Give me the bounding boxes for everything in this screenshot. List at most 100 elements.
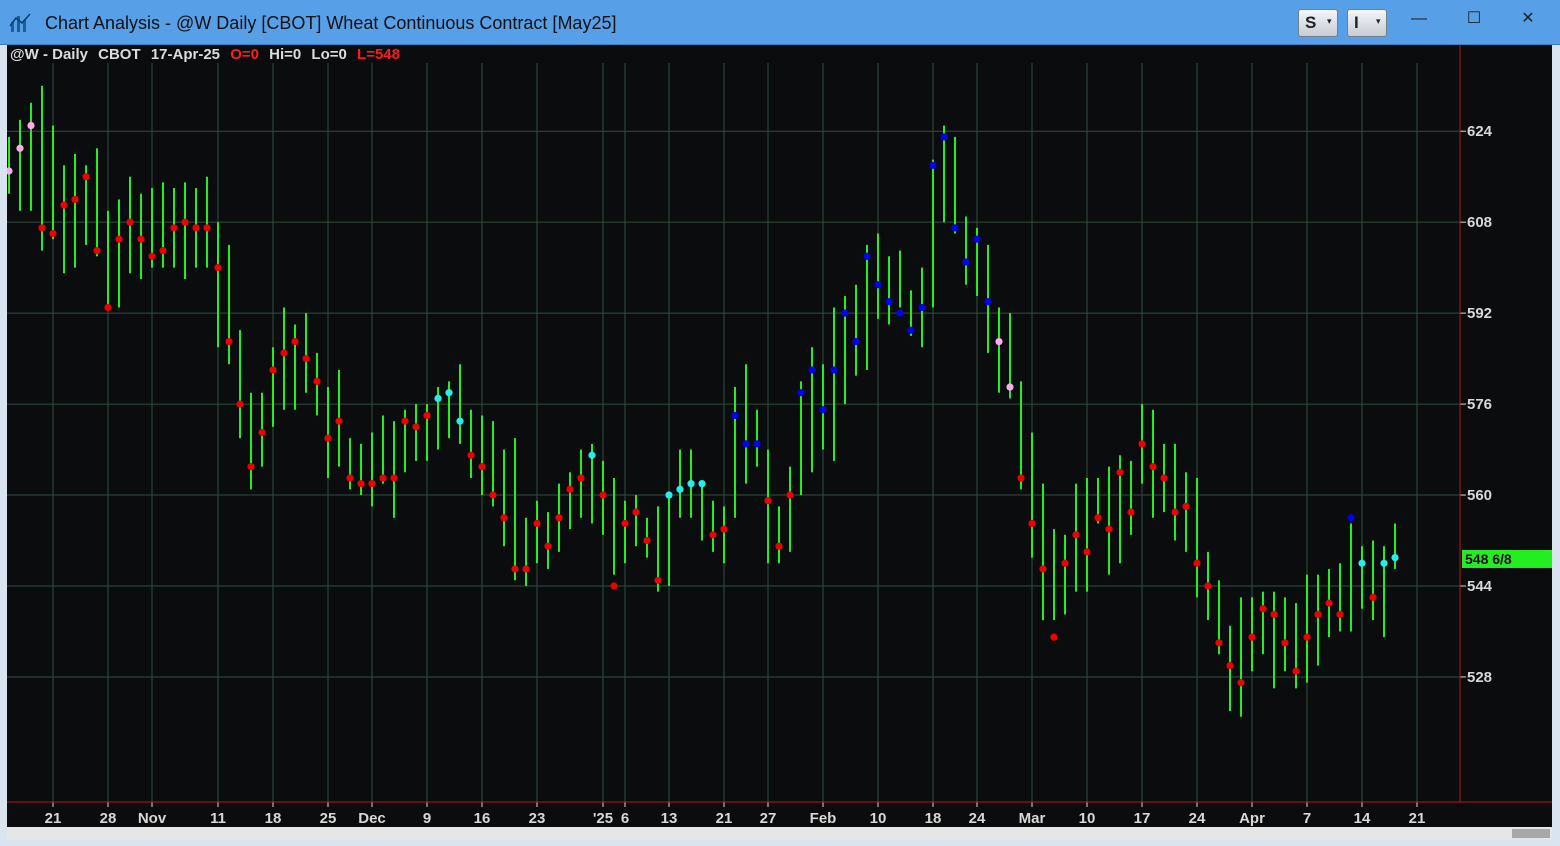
close-dot [1193,559,1201,567]
close-dot [863,252,871,260]
scrollbar-thumb[interactable] [1512,829,1550,838]
close-dot [709,531,717,539]
close-dot [1325,599,1333,607]
close-dot [1006,383,1014,391]
close-dot [742,440,750,448]
close-dot [1391,553,1399,562]
horizontal-scrollbar[interactable] [7,827,1552,840]
toolbar-i-label: I [1354,13,1359,32]
close-dot [456,417,464,425]
date-label: 17-Apr-25 [150,46,221,63]
close-dot [1116,468,1124,476]
close-dot [544,542,552,550]
y-tick-label: 528 [1467,669,1492,686]
close-dot [962,258,970,266]
close-dot [874,281,882,289]
close-dot [1248,633,1256,641]
close-dot [566,485,574,493]
x-tick-label: 27 [760,810,777,827]
close-dot [577,474,585,482]
x-tick-label: 10 [1079,810,1096,827]
close-dot [192,224,200,232]
exchange-label: CBOT [98,46,141,63]
maximize-button[interactable]: ☐ [1460,8,1488,30]
high-value: Hi=0 [269,46,302,63]
x-tick-label: 21 [1409,810,1426,827]
title-bar[interactable]: Chart Analysis - @W Daily [CBOT] Wheat C… [0,0,1560,45]
close-dot [1105,525,1113,533]
close-dot [291,337,299,346]
close-dot [621,519,629,528]
close-dot [973,235,981,243]
close-dot [390,474,398,482]
close-dot [632,508,640,516]
close-dot [1050,633,1058,641]
chart-analysis-window: Chart Analysis - @W Daily [CBOT] Wheat C… [0,0,1560,846]
close-dot [984,298,992,306]
x-tick-label: 18 [925,810,942,827]
close-dot [731,411,739,420]
close-dot [49,229,57,238]
y-tick-label: 560 [1467,487,1492,504]
x-tick-label: 24 [969,810,986,827]
close-dot [533,519,541,528]
close-dot [764,497,772,505]
window-title: Chart Analysis - @W Daily [CBOT] Wheat C… [45,13,617,33]
close-dot [687,480,695,488]
close-dot [1270,610,1278,619]
close-dot [7,167,13,175]
x-tick-label: 17 [1134,810,1151,827]
close-dot [1072,531,1080,539]
close-dot [401,417,409,425]
minimize-button[interactable]: — [1405,8,1433,30]
symbol-label: @W - Daily [10,46,88,63]
close-dot [1182,502,1190,510]
close-dot [489,491,497,499]
close-dot [555,514,563,522]
close-dot [951,224,959,232]
close-dot [1204,582,1212,590]
close-dot [1347,514,1355,522]
close-dot [1215,639,1223,647]
x-tick-label: Dec [358,810,386,827]
close-dot [1314,610,1322,619]
close-dot [1127,508,1135,516]
price-chart[interactable]: 52854456057659260862421 28 Nov 11 18 25 Dec 9 16… [7,45,1552,827]
close-dot [38,224,46,232]
x-tick-label: 21 [716,810,733,827]
status-line: @W - Daily CBOT 17-Apr-25 O=0 Hi=0 Lo=0 … [10,46,406,63]
y-tick-label: 592 [1467,305,1492,322]
close-dot [907,326,915,334]
chart-panel[interactable]: 528 544 560 576 592 608 624 21 28 Nov 11 18 25 Dec 9 16… [7,45,1552,827]
close-dot [1171,508,1179,516]
close-dot [203,224,211,232]
x-tick-label: 9 [423,810,431,827]
chevron-down-icon: ▾ [1376,16,1381,26]
chevron-down-icon: ▾ [1327,16,1332,26]
close-dot [1259,605,1267,613]
x-tick-label: 14 [1354,810,1371,827]
x-tick-label: 18 [265,810,282,827]
last-price-label: 548 6/8 [1465,551,1512,567]
close-button[interactable]: ✕ [1514,8,1542,30]
toolbar-i-button[interactable]: I ▾ [1347,9,1387,37]
close-dot [995,337,1003,346]
x-tick-label: Nov [138,810,167,827]
close-dot [269,366,277,374]
close-dot [225,337,233,346]
x-tick-label: 6 [621,810,629,827]
x-tick-label: 28 [100,810,117,827]
close-dot [324,434,332,442]
close-dot [1028,519,1036,528]
close-dot [236,400,244,408]
close-dot [1061,559,1069,567]
toolbar-s-button[interactable]: S ▾ [1298,9,1338,37]
x-tick-label: 21 [45,810,62,827]
close-dot [720,525,728,533]
y-tick-label: 624 [1467,123,1493,140]
close-dot [940,133,948,141]
x-tick-label: Mar [1019,810,1046,827]
close-dot [753,440,761,448]
close-dot [1303,633,1311,641]
x-tick-label: 11 [210,810,226,827]
